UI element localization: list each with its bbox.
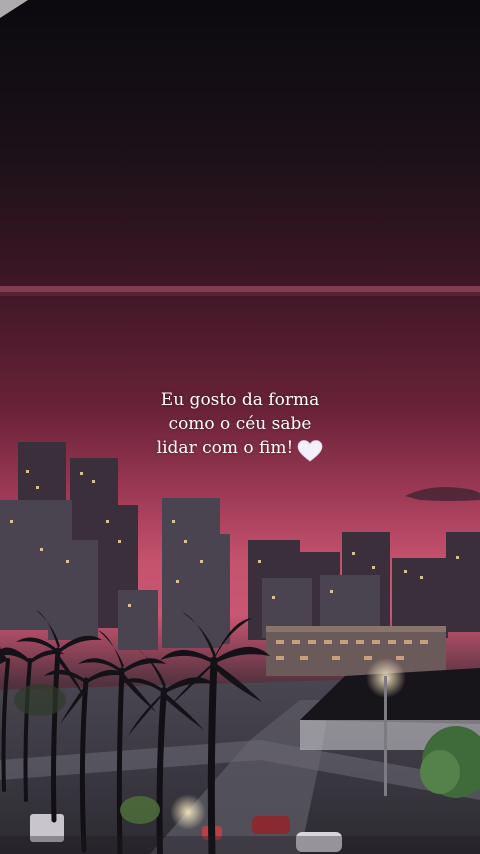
white-heart-icon [297,439,323,463]
caption-line-1: Eu gosto da forma [160,390,320,410]
caption-line-3-text: lidar com o fim! [156,438,294,458]
story-caption: Eu gosto da forma como o céu sabe lidar … [0,388,480,463]
caption-line-3: lidar com o fim! [0,436,480,463]
story-photo: Eu gosto da forma como o céu sabe lidar … [0,0,480,854]
caption-line-2: como o céu sabe [168,414,312,434]
